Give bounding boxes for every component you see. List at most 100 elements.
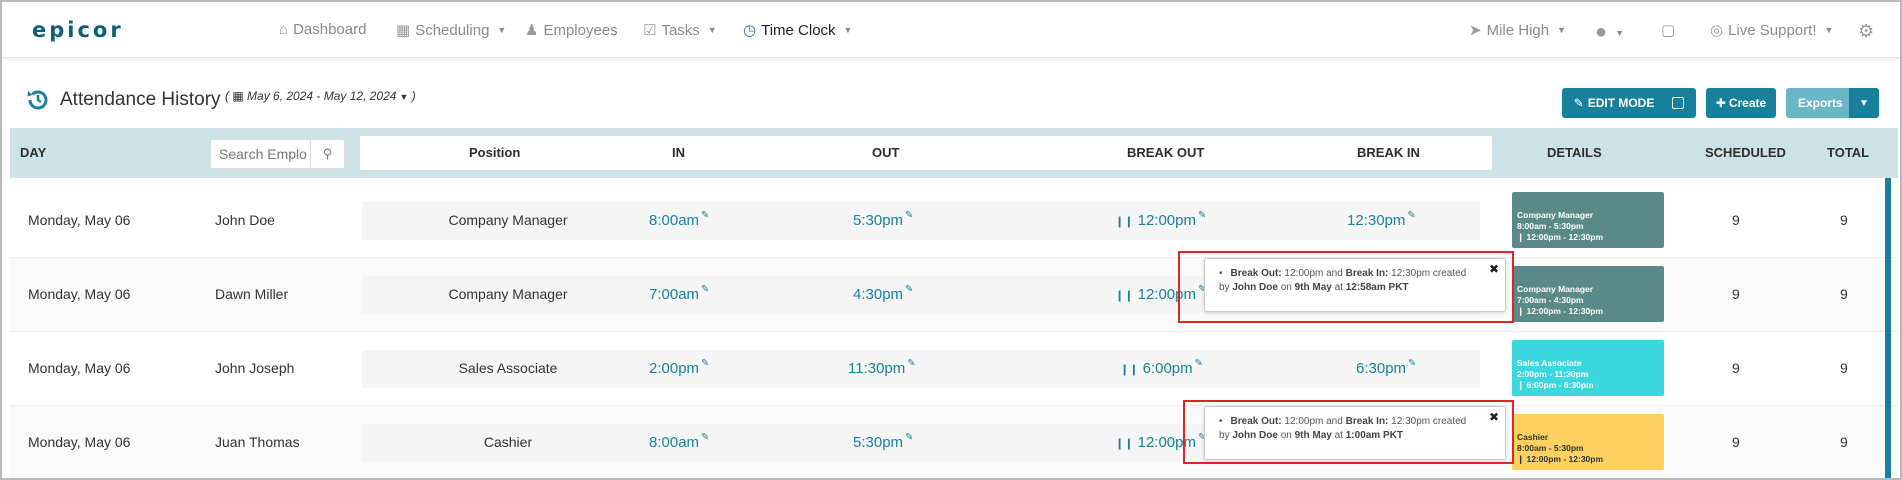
pencil-icon[interactable]: ✎ — [701, 358, 709, 369]
location-dropdown[interactable]: ➤ Mile High ▼ — [1469, 21, 1566, 40]
nav-employees-label: Employees — [543, 21, 618, 39]
pencil-icon[interactable]: ✎ — [905, 210, 913, 221]
pencil-icon[interactable]: ✎ — [905, 432, 913, 443]
utensils-icon: ❙❙ — [1115, 438, 1134, 450]
row-out-time[interactable]: 5:30pm ✎ — [853, 210, 913, 229]
chevron-down-icon: ▼ — [707, 25, 717, 35]
exports-button[interactable]: Exports ▼ — [1786, 88, 1879, 118]
table-row: Monday, May 06 Dawn Miller Company Manag… — [10, 258, 1898, 332]
details-title: Sales Associate — [1517, 358, 1582, 368]
details-card[interactable]: Sales Associate 2:00pm - 11:30pm ❙ 6:00p… — [1512, 340, 1664, 396]
pencil-icon[interactable]: ✎ — [1198, 210, 1206, 221]
utensils-icon: ❙❙ — [1115, 216, 1134, 228]
row-day: Monday, May 06 — [28, 286, 131, 302]
row-employee: Juan Thomas — [215, 434, 300, 450]
search-input[interactable] — [219, 146, 307, 162]
pencil-icon[interactable]: ✎ — [701, 284, 709, 295]
edit-mode-label: EDIT MODE — [1587, 96, 1655, 110]
chevron-down-icon: ▼ — [1824, 25, 1834, 35]
date-range-label: May 6, 2024 - May 12, 2024 — [247, 89, 397, 103]
details-card[interactable]: Company Manager 7:00am - 4:30pm ❙ 12:00p… — [1512, 266, 1664, 322]
edit-mode-toggle[interactable]: ✎ EDIT MODE — [1562, 88, 1696, 118]
row-in-time[interactable]: 7:00am ✎ — [649, 284, 709, 303]
table-row: Monday, May 06 Juan Thomas Cashier 8:00a… — [10, 406, 1898, 478]
nav-time-clock[interactable]: ◷ Time Clock ▼ — [743, 21, 853, 40]
row-total: 9 — [1840, 434, 1848, 450]
row-position: Sales Associate — [458, 360, 558, 376]
details-card[interactable]: Company Manager 8:00am - 5:30pm ❙ 12:00p… — [1512, 192, 1664, 248]
popover-time: 1:00am PKT — [1345, 430, 1403, 441]
utensils-icon: ❙❙ — [1120, 364, 1139, 376]
row-day: Monday, May 06 — [28, 212, 131, 228]
row-out-time[interactable]: 5:30pm ✎ — [853, 432, 913, 451]
chevron-down-icon: ▼ — [843, 25, 853, 35]
settings-button[interactable]: ⚙ — [1858, 21, 1874, 42]
pencil-icon[interactable]: ✎ — [1408, 358, 1416, 369]
nav-scheduling[interactable]: ▦ Scheduling ▼ — [396, 21, 507, 40]
attendance-panel: Attendance History ( ▦ May 6, 2024 - May… — [10, 78, 1898, 478]
popover-bi-time: 12:30pm — [1391, 416, 1431, 427]
row-position: Company Manager — [448, 212, 568, 228]
pencil-icon[interactable]: ✎ — [905, 284, 913, 295]
time-columns-header — [360, 136, 1492, 170]
bullet: • — [1219, 416, 1223, 427]
create-button[interactable]: ✚ Create — [1706, 88, 1776, 118]
exports-dropdown-toggle[interactable]: ▼ — [1849, 88, 1879, 118]
live-support-dropdown[interactable]: ◎ Live Support! ▼ — [1710, 21, 1834, 40]
details-shift: 7:00am - 4:30pm — [1517, 295, 1584, 305]
in-time-value: 8:00am — [649, 212, 700, 229]
row-day: Monday, May 06 — [28, 434, 131, 450]
row-employee: Dawn Miller — [215, 286, 289, 302]
row-break-out-time[interactable]: ❙❙ 12:00pm ✎ — [1115, 210, 1206, 229]
clock-icon: ◷ — [743, 22, 757, 39]
row-break-in-time[interactable]: 6:30pm ✎ — [1356, 358, 1416, 377]
close-icon[interactable]: ✖ — [1489, 410, 1499, 424]
pencil-icon[interactable]: ✎ — [1407, 210, 1415, 221]
messages-button[interactable]: ▢ — [1661, 21, 1675, 39]
row-in-time[interactable]: 8:00am ✎ — [649, 210, 709, 229]
row-position: Company Manager — [448, 286, 568, 302]
lifebuoy-icon: ◎ — [1710, 22, 1724, 39]
row-out-time[interactable]: 4:30pm ✎ — [853, 284, 913, 303]
home-icon: ⌂ — [279, 21, 289, 38]
pencil-icon[interactable]: ✎ — [907, 358, 915, 369]
pencil-icon[interactable]: ✎ — [1195, 358, 1203, 369]
pencil-icon[interactable]: ✎ — [701, 432, 709, 443]
row-position: Cashier — [483, 434, 533, 450]
popover-at: at — [1334, 282, 1343, 293]
nav-employees[interactable]: ♟ Employees — [525, 21, 618, 40]
chevron-down-icon: ▼ — [497, 25, 507, 35]
date-range-picker[interactable]: ( ▦ May 6, 2024 - May 12, 2024 ▼ ) — [225, 89, 416, 103]
in-time-value: 7:00am — [649, 286, 700, 303]
nav-dashboard[interactable]: ⌂ Dashboard — [279, 21, 366, 38]
exports-label: Exports — [1798, 96, 1843, 110]
nav-time-clock-label: Time Clock — [761, 21, 836, 39]
popover-created: created — [1432, 416, 1467, 427]
col-details: DETAILS — [1547, 145, 1602, 160]
row-in-time[interactable]: 2:00pm ✎ — [649, 358, 709, 377]
out-time-value: 5:30pm — [853, 434, 904, 451]
details-card[interactable]: Cashier 8:00am - 5:30pm ❙ 12:00pm - 12:3… — [1512, 414, 1664, 470]
nav-tasks[interactable]: ☑ Tasks ▼ — [643, 21, 717, 40]
row-scheduled: 9 — [1732, 286, 1740, 302]
user-menu[interactable]: ● ▼ — [1595, 21, 1624, 44]
in-time-value: 8:00am — [649, 434, 700, 451]
details-break-row: ❙ 6:00pm - 6:30pm — [1517, 380, 1660, 391]
pencil-icon[interactable]: ✎ — [701, 210, 709, 221]
app-window: epicor ⌂ Dashboard ▦ Scheduling ▼ ♟ Empl… — [0, 0, 1902, 480]
epicor-logo[interactable]: epicor — [32, 18, 124, 42]
row-out-time[interactable]: 11:30pm ✎ — [848, 358, 916, 377]
details-break-row: ❙ 12:00pm - 12:30pm — [1517, 306, 1660, 317]
location-arrow-icon: ➤ — [1469, 22, 1482, 39]
row-break-in-time[interactable]: 12:30pm ✎ — [1347, 210, 1416, 229]
row-in-time[interactable]: 8:00am ✎ — [649, 432, 709, 451]
search-icon[interactable]: ⚲ — [310, 140, 344, 168]
popover-user: John Doe — [1232, 282, 1278, 293]
scrollbar[interactable] — [1885, 178, 1891, 478]
edit-mode-checkbox[interactable] — [1672, 97, 1685, 109]
close-icon[interactable]: ✖ — [1489, 262, 1499, 276]
create-label: Create — [1728, 96, 1767, 110]
popover-and: and — [1326, 416, 1343, 427]
row-break-out-time[interactable]: ❙❙ 6:00pm ✎ — [1120, 358, 1203, 377]
details-shift: 8:00am - 5:30pm — [1517, 443, 1584, 453]
